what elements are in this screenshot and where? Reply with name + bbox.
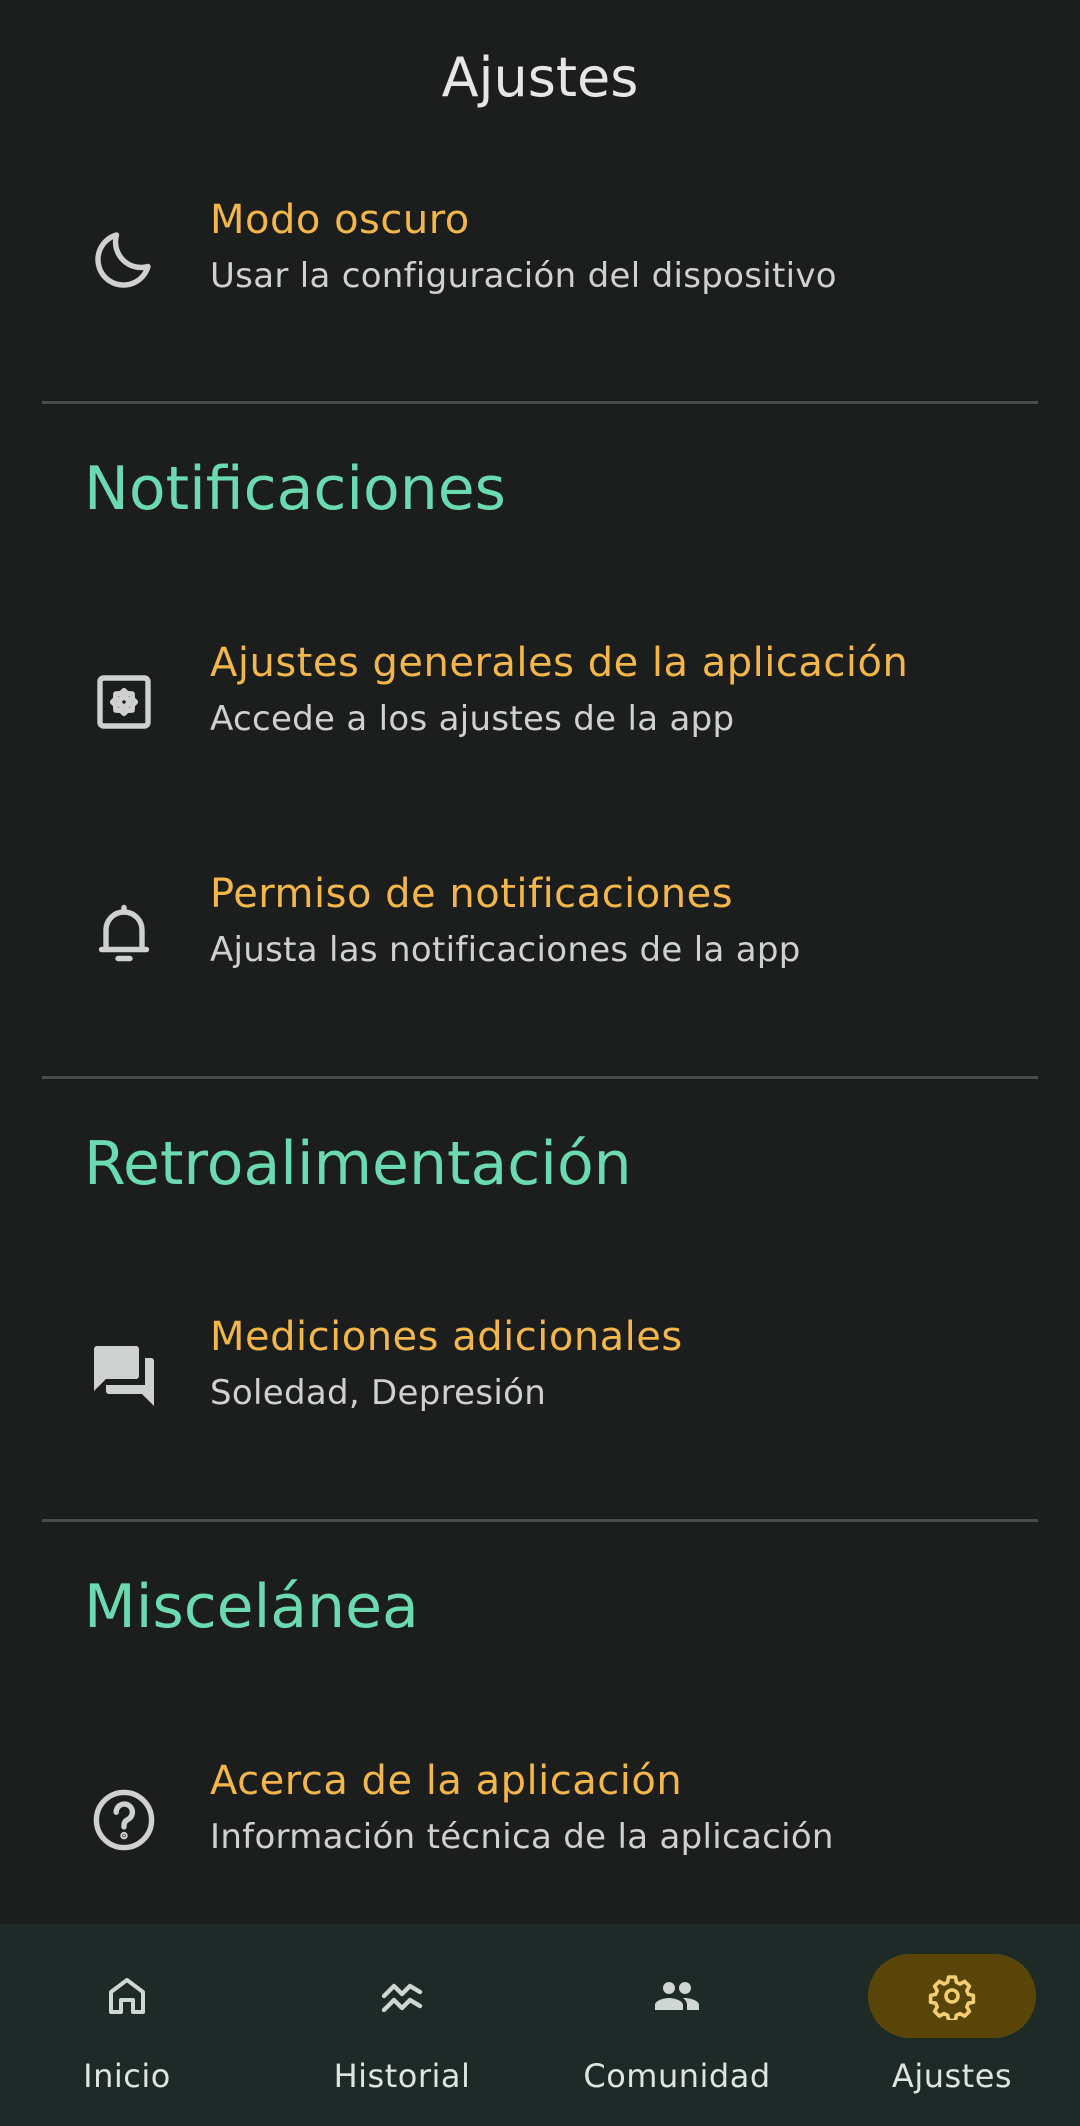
- home-icon: [103, 1972, 151, 2020]
- divider: [42, 1519, 1038, 1522]
- about-app-title: Acerca de la aplicación: [210, 1758, 683, 1804]
- notification-permission-row[interactable]: Permiso de notificaciones Ajusta las not…: [0, 864, 1080, 994]
- additional-measurements-subtitle: Soledad, Depresión: [210, 1373, 547, 1413]
- nav-label: Ajustes: [891, 2057, 1013, 2095]
- about-app-subtitle: Información técnica de la aplicación: [210, 1817, 834, 1857]
- help-circle-icon: [88, 1784, 160, 1856]
- section-header-notifications: Notificaciones: [84, 454, 506, 524]
- gear-icon: [928, 1972, 976, 2020]
- dark-mode-row[interactable]: Modo oscuro Usar la configuración del di…: [0, 190, 1080, 320]
- app-settings-title: Ajustes generales de la aplicación: [210, 640, 909, 686]
- additional-measurements-title: Mediciones adicionales: [210, 1314, 683, 1360]
- settings-app-icon: [88, 666, 160, 738]
- additional-measurements-row[interactable]: Mediciones adicionales Soledad, Depresió…: [0, 1307, 1080, 1437]
- nav-label: Comunidad: [583, 2057, 771, 2095]
- app-settings-row[interactable]: Ajustes generales de la aplicación Acced…: [0, 633, 1080, 763]
- page-title: Ajustes: [441, 46, 639, 109]
- people-icon: [653, 1972, 701, 2020]
- notification-permission-subtitle: Ajusta las notificaciones de la app: [210, 930, 801, 970]
- nav-label: Historial: [333, 2057, 471, 2095]
- nav-item-inicio[interactable]: Inicio: [10, 1924, 280, 2126]
- nav-item-ajustes[interactable]: Ajustes: [835, 1924, 1080, 2126]
- divider: [42, 401, 1038, 404]
- chat-bubbles-icon: [88, 1340, 160, 1412]
- divider: [42, 1076, 1038, 1079]
- notification-permission-title: Permiso de notificaciones: [210, 871, 734, 917]
- moon-icon: [88, 223, 160, 295]
- dark-mode-title: Modo oscuro: [210, 197, 470, 243]
- dark-mode-subtitle: Usar la configuración del dispositivo: [210, 256, 837, 296]
- about-app-row[interactable]: Acerca de la aplicación Información técn…: [0, 1751, 1080, 1881]
- app-settings-subtitle: Accede a los ajustes de la app: [210, 699, 735, 739]
- bell-icon: [88, 897, 160, 969]
- section-header-misc: Miscelánea: [84, 1572, 419, 1642]
- nav-item-historial[interactable]: Historial: [285, 1924, 555, 2126]
- nav-item-comunidad[interactable]: Comunidad: [560, 1924, 830, 2126]
- bottom-navigation: Inicio Historial Comunidad Ajustes: [0, 1924, 1080, 2126]
- nav-label: Inicio: [83, 2057, 171, 2095]
- history-chart-icon: [378, 1972, 426, 2020]
- section-header-feedback: Retroalimentación: [84, 1129, 632, 1199]
